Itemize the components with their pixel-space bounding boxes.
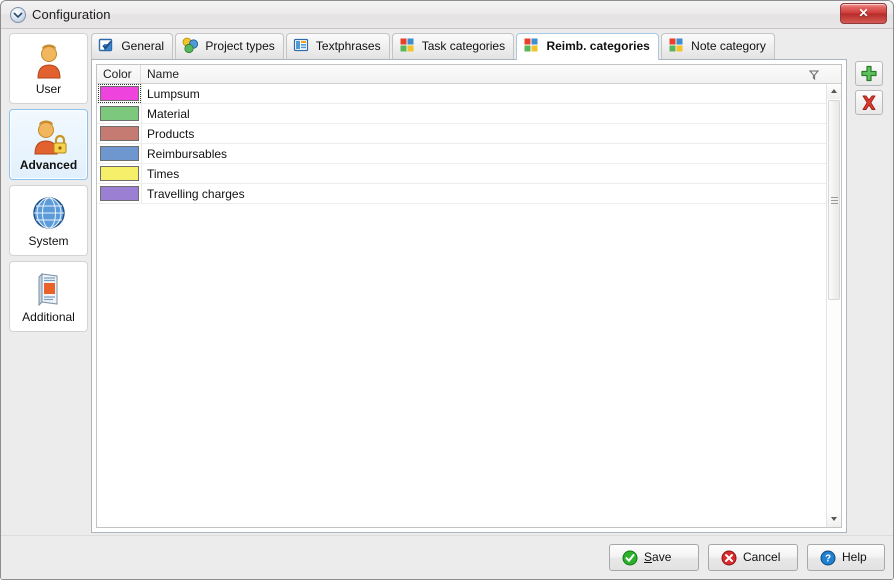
tab-strip: General Project types Textphrases Task c… bbox=[91, 33, 847, 111]
help-button[interactable]: ? Help bbox=[807, 544, 885, 571]
tab-textphrases[interactable]: Textphrases bbox=[285, 33, 390, 59]
book-icon bbox=[10, 270, 87, 308]
sidebar-item-advanced[interactable]: Advanced bbox=[9, 109, 88, 180]
grid-header: Color Name bbox=[97, 65, 841, 84]
cell-divider bbox=[141, 164, 142, 183]
tab-label: Project types bbox=[205, 39, 275, 53]
tab-content-panel: Color Name Lumpsum Material Products Rei… bbox=[91, 59, 847, 533]
svg-text:?: ? bbox=[825, 554, 831, 565]
cancel-label: Cancel bbox=[743, 550, 781, 564]
save-label: Save bbox=[644, 545, 671, 570]
title-bar: Configuration bbox=[1, 1, 893, 29]
close-button[interactable] bbox=[840, 3, 887, 24]
sidebar-item-label: User bbox=[35, 82, 62, 96]
sidebar-item-label: Advanced bbox=[19, 158, 78, 172]
window-body: User Advanced System Additional General … bbox=[1, 29, 893, 579]
table-row[interactable]: Reimbursables bbox=[97, 144, 826, 164]
categories-grid: Color Name Lumpsum Material Products Rei… bbox=[96, 64, 842, 528]
table-row[interactable]: Products bbox=[97, 124, 826, 144]
user-icon bbox=[10, 42, 87, 80]
color-squares-icon bbox=[523, 37, 539, 53]
main-panel: General Project types Textphrases Task c… bbox=[91, 33, 887, 533]
row-name: Lumpsum bbox=[147, 87, 200, 101]
color-squares-icon bbox=[668, 37, 684, 53]
color-swatch[interactable] bbox=[100, 106, 139, 121]
tab-task-categories[interactable]: Task categories bbox=[391, 33, 515, 59]
scroll-down-arrow-icon[interactable] bbox=[827, 512, 841, 527]
cubes-icon bbox=[182, 37, 199, 54]
sidebar-item-additional[interactable]: Additional bbox=[9, 261, 88, 332]
tab-label: Reimb. categories bbox=[546, 39, 650, 53]
cancel-button[interactable]: Cancel bbox=[708, 544, 798, 571]
scroll-grip-icon bbox=[831, 197, 838, 204]
tab-project-types[interactable]: Project types bbox=[175, 33, 284, 59]
tab-label: General bbox=[121, 39, 165, 53]
configuration-window: Configuration User bbox=[0, 0, 894, 580]
footer-bar: Save Cancel ? Help bbox=[1, 535, 893, 579]
table-row[interactable]: Travelling charges bbox=[97, 184, 826, 204]
chevron-down-circle-icon[interactable] bbox=[10, 7, 26, 23]
tab-label: Textphrases bbox=[315, 39, 381, 53]
scrollbar-thumb[interactable] bbox=[828, 100, 840, 300]
table-row[interactable]: Times bbox=[97, 164, 826, 184]
cancel-circle-icon bbox=[721, 550, 737, 566]
color-swatch[interactable] bbox=[100, 126, 139, 141]
sidebar-item-system[interactable]: System bbox=[9, 185, 88, 256]
checkbox-icon bbox=[98, 37, 114, 53]
user-lock-icon bbox=[10, 118, 87, 156]
color-swatch[interactable] bbox=[100, 186, 139, 201]
save-button[interactable]: Save bbox=[609, 544, 699, 571]
tab-general[interactable]: General bbox=[91, 33, 174, 59]
table-row[interactable]: Lumpsum bbox=[97, 84, 826, 104]
grid-rows: Lumpsum Material Products Reimbursables … bbox=[97, 84, 826, 527]
grid-toolbar bbox=[855, 61, 885, 119]
add-button[interactable] bbox=[855, 61, 883, 86]
save-rest: ave bbox=[652, 550, 672, 564]
sidebar-item-label: System bbox=[28, 234, 69, 248]
column-header-name[interactable]: Name bbox=[141, 65, 815, 83]
sidebar-item-label: Additional bbox=[22, 310, 75, 324]
vertical-scrollbar[interactable] bbox=[826, 84, 841, 527]
color-squares-icon bbox=[399, 37, 415, 53]
table-row[interactable]: Material bbox=[97, 104, 826, 124]
focus-outline bbox=[98, 84, 141, 103]
tab-reimb-categories[interactable]: Reimb. categories bbox=[516, 33, 659, 60]
list-icon bbox=[293, 37, 309, 53]
color-swatch[interactable] bbox=[100, 166, 139, 181]
tab-note-category[interactable]: Note category bbox=[660, 33, 775, 59]
globe-icon bbox=[10, 194, 87, 232]
delete-button[interactable] bbox=[855, 90, 883, 115]
question-circle-icon: ? bbox=[820, 550, 836, 566]
sidebar: User Advanced System Additional bbox=[9, 33, 88, 533]
cell-divider bbox=[141, 124, 142, 143]
tab-label: Note category bbox=[691, 39, 766, 53]
tab-label: Task categories bbox=[421, 39, 506, 53]
cell-divider bbox=[141, 184, 142, 203]
scroll-up-arrow-icon[interactable] bbox=[827, 84, 841, 99]
row-name: Reimbursables bbox=[147, 147, 228, 161]
window-title: Configuration bbox=[32, 7, 111, 22]
column-header-color[interactable]: Color bbox=[97, 65, 141, 83]
row-name: Travelling charges bbox=[147, 187, 245, 201]
row-name: Material bbox=[147, 107, 190, 121]
color-swatch[interactable] bbox=[100, 146, 139, 161]
help-label: Help bbox=[842, 550, 867, 564]
cell-divider bbox=[141, 104, 142, 123]
cell-divider bbox=[141, 144, 142, 163]
row-name: Times bbox=[147, 167, 180, 181]
cell-divider bbox=[141, 84, 142, 103]
filter-triangle-icon[interactable] bbox=[808, 69, 820, 81]
save-accel-char: S bbox=[644, 550, 653, 564]
check-circle-icon bbox=[622, 550, 638, 566]
sidebar-item-user[interactable]: User bbox=[9, 33, 88, 104]
row-name: Products bbox=[147, 127, 195, 141]
